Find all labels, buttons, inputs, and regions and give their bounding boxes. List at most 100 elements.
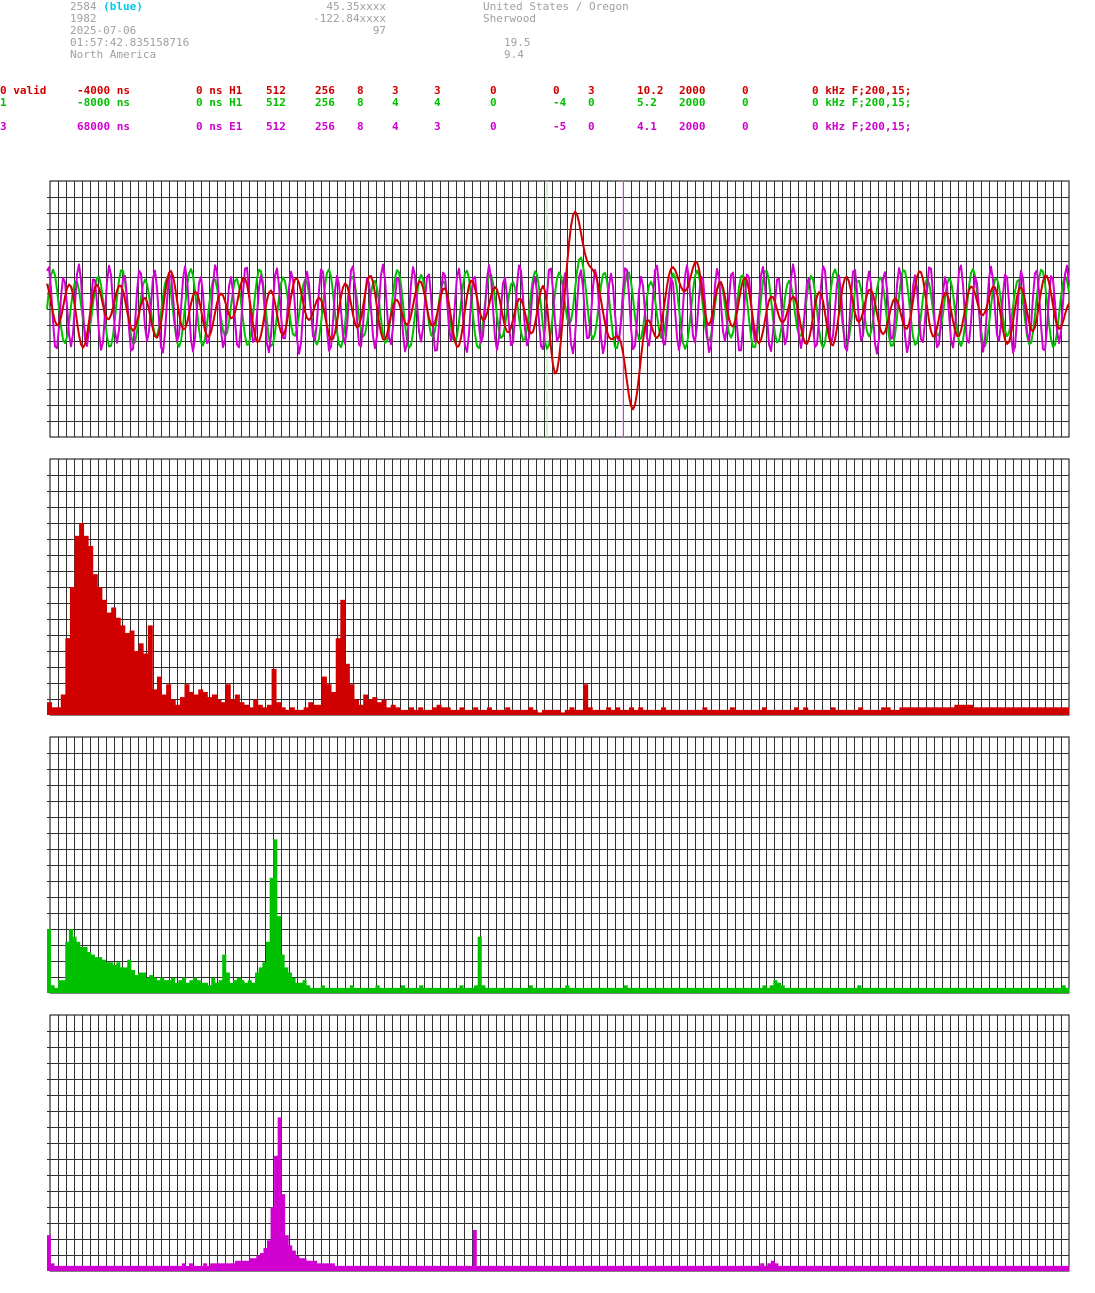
spectrum-1-bar xyxy=(97,587,103,715)
spectrum-1-bar xyxy=(1059,707,1065,715)
spectrum-3-bar xyxy=(792,1265,797,1271)
spectrum-2-bar xyxy=(850,987,855,993)
spectrum-3-bar xyxy=(710,1265,715,1271)
spectrum-2-bar xyxy=(864,987,869,993)
spectrum-2-bar xyxy=(923,987,928,993)
spectrum-1-bar xyxy=(234,694,240,715)
spectrum-3-bar xyxy=(465,1265,470,1271)
spectrum-3-bar xyxy=(472,1230,477,1271)
spectrum-2-bar xyxy=(974,987,979,993)
spectrum-3-bar xyxy=(1026,1265,1031,1271)
spectrum-3-bar xyxy=(604,1265,609,1271)
spectrum-2-bar xyxy=(777,982,782,993)
spectrum-3-bar xyxy=(125,1265,130,1271)
spectrum-2-bar xyxy=(320,985,325,993)
spectrum-3-bar xyxy=(1029,1265,1034,1271)
spectrum-2-bar xyxy=(857,985,862,993)
spectrum-1-bar xyxy=(381,699,387,715)
spectrum-3-bar xyxy=(1054,1265,1059,1271)
spectrum-3-bar xyxy=(178,1265,183,1271)
spectrum-3-bar xyxy=(888,1265,892,1271)
spectrum-2-bar xyxy=(809,987,814,993)
spectrum-2-bar xyxy=(255,972,260,993)
spectrum-1-bar xyxy=(766,709,772,715)
spectrum-3-bar xyxy=(600,1265,605,1271)
spectrum-1-bar xyxy=(459,707,465,715)
spectrum-3-bar xyxy=(135,1265,140,1271)
spectrum-3-bar xyxy=(298,1258,303,1271)
spectrum-3-bar xyxy=(834,1265,839,1271)
spectrum-3-bar xyxy=(68,1265,73,1271)
spectrum-3-bar xyxy=(1061,1265,1066,1271)
spectrum-1-bar xyxy=(670,709,676,715)
spectrum-3-bar xyxy=(934,1265,939,1271)
spectrum-1-bar xyxy=(606,707,612,715)
spectrum-3-bar xyxy=(856,1265,861,1271)
spectrum-3-bar xyxy=(235,1260,240,1271)
spectrum-2-bar xyxy=(1032,987,1037,993)
spectrum-1-bar xyxy=(876,709,882,715)
spectrum-2-bar xyxy=(178,980,183,993)
spectrum-1-bar xyxy=(794,707,799,715)
spectrum-2-bar xyxy=(382,987,387,993)
spectrum-3-bar xyxy=(916,1265,921,1271)
spectrum-2-bar xyxy=(682,987,687,993)
spectrum-1-bar xyxy=(422,709,428,715)
spectrum-2-bar xyxy=(83,946,88,993)
spectrum-2-bar xyxy=(1058,987,1063,993)
spectrum-2-bar xyxy=(207,985,212,993)
spectrum-1-bar xyxy=(102,599,107,715)
spectrum-2-bar xyxy=(926,987,931,993)
spectrum-3-bar xyxy=(611,1265,616,1271)
spectrum-3-bar xyxy=(185,1265,190,1271)
spectrum-2-bar xyxy=(174,982,179,993)
chart-area xyxy=(46,180,1070,1272)
spectrum-2-bar xyxy=(536,987,541,993)
spectrum-1-bar xyxy=(491,709,497,715)
spectrum-2-bar xyxy=(112,964,117,993)
spectrum-1-bar xyxy=(528,707,534,715)
spectrum-2-bar xyxy=(988,987,993,993)
spectrum-1-bar xyxy=(390,704,396,715)
spectrum-1-bar xyxy=(926,707,932,715)
spectrum-2-bar xyxy=(631,987,636,993)
spectrum-2-bar xyxy=(1036,987,1041,993)
spectrum-3-bar xyxy=(256,1255,261,1271)
spectrum-3-bar xyxy=(962,1265,967,1271)
spectrum-2-bar xyxy=(696,987,701,993)
spectrum-3-bar xyxy=(802,1265,807,1271)
spectrum-2-bar xyxy=(992,987,997,993)
spectrum-3-bar xyxy=(717,1265,722,1271)
spectrum-3-bar xyxy=(831,1265,836,1271)
spectrum-2-bar xyxy=(824,987,829,993)
spectrum-3-bar xyxy=(181,1263,186,1271)
spectrum-3-bar xyxy=(873,1265,878,1271)
spectrum-2-bar xyxy=(485,987,490,993)
spectrum-2-bar xyxy=(568,987,573,993)
spectrum-2-bar xyxy=(736,987,741,993)
spectrum-3-bar xyxy=(621,1265,626,1271)
spectrum-2-bar xyxy=(57,980,62,993)
spectrum-1-bar xyxy=(816,709,822,715)
spectrum-1-bar xyxy=(894,709,900,715)
spectrum-3-bar xyxy=(345,1265,350,1271)
spectrum-1-bar xyxy=(1050,707,1056,715)
spectrum-2-bar xyxy=(674,987,679,993)
spectrum-2-bar xyxy=(386,987,391,993)
spectrum-2-bar xyxy=(886,987,891,993)
spectrum-3-bar xyxy=(245,1260,250,1271)
spectrum-1-bar xyxy=(161,694,167,715)
spectrum-2-bar xyxy=(525,987,530,993)
spectrum-1-bar xyxy=(404,709,410,715)
spectrum-2-bar xyxy=(54,987,59,993)
spectrum-1-bar xyxy=(711,709,717,715)
spectrum-3-bar xyxy=(309,1260,314,1271)
spectrum-3-bar xyxy=(582,1265,587,1271)
spectrum-3-bar xyxy=(895,1265,900,1271)
spectrum-3-bar xyxy=(774,1263,779,1271)
spectrum-2-bar xyxy=(802,987,807,993)
spectrum-2-bar xyxy=(1025,987,1030,993)
spectrum-2-bar xyxy=(897,987,902,993)
spectrum-3-bar xyxy=(366,1265,371,1271)
spectrum-1-bar xyxy=(775,709,781,715)
